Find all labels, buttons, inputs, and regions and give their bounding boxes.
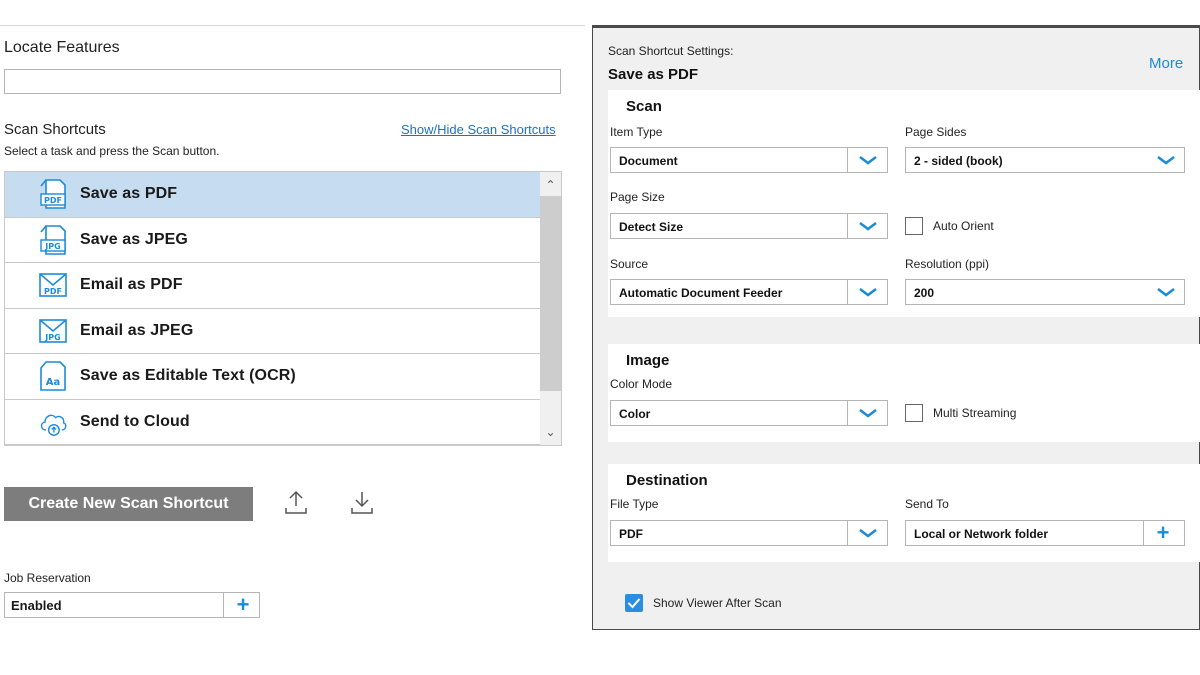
- more-link[interactable]: More: [1149, 55, 1183, 72]
- resolution-value: 200: [914, 286, 935, 300]
- shortcut-label: Save as JPEG: [80, 230, 188, 248]
- image-section: Image Color Mode Color Multi Streaming: [608, 344, 1200, 442]
- add-icon[interactable]: +: [1148, 520, 1178, 545]
- select-divider: [847, 280, 848, 304]
- shortcuts-scrollbar[interactable]: ⌃ ⌄: [540, 172, 561, 445]
- item-type-label: Item Type: [610, 125, 663, 139]
- select-divider: [1143, 521, 1144, 545]
- chevron-down-icon: [859, 528, 877, 538]
- select-divider: [847, 521, 848, 545]
- job-reservation-value: Enabled: [11, 598, 62, 613]
- source-select[interactable]: Automatic Document Feeder: [610, 279, 888, 305]
- item-type-value: Document: [619, 154, 678, 168]
- scan-shortcuts-subtitle: Select a task and press the Scan button.: [4, 144, 220, 158]
- file-type-label: File Type: [610, 497, 659, 511]
- svg-text:JPG: JPG: [44, 242, 60, 251]
- settings-subtitle: Scan Shortcut Settings:: [608, 44, 734, 58]
- send-to-label: Send To: [905, 497, 949, 511]
- auto-orient-label: Auto Orient: [933, 219, 994, 233]
- shortcut-email-as-jpeg[interactable]: JPG Email as JPEG: [5, 308, 541, 354]
- job-reservation-label: Job Reservation: [4, 571, 91, 585]
- file-type-select[interactable]: PDF: [610, 520, 888, 546]
- show-viewer-checkbox[interactable]: [625, 594, 643, 612]
- multi-streaming-label: Multi Streaming: [933, 406, 1017, 420]
- shortcut-save-as-editable-text[interactable]: Aa Save as Editable Text (OCR): [5, 354, 541, 400]
- scan-shortcuts-panel: Locate Features Scan Shortcuts Select a …: [0, 25, 585, 630]
- shortcut-save-as-jpeg[interactable]: JPG Save as JPEG: [5, 217, 541, 263]
- image-section-heading: Image: [626, 352, 670, 369]
- pdf-file-icon: PDF: [38, 178, 68, 210]
- create-new-scan-shortcut-button[interactable]: Create New Scan Shortcut: [4, 487, 253, 521]
- scan-shortcuts-title: Scan Shortcuts: [4, 121, 106, 138]
- shortcut-email-as-pdf[interactable]: PDF Email as PDF: [5, 263, 541, 309]
- shortcut-save-as-pdf[interactable]: PDF Save as PDF: [5, 172, 541, 218]
- shortcut-send-to-cloud[interactable]: Send to Cloud: [5, 399, 541, 445]
- select-divider: [847, 148, 848, 172]
- page-sides-value: 2 - sided (book): [914, 154, 1003, 168]
- checkmark-icon: [627, 598, 641, 609]
- svg-text:PDF: PDF: [44, 287, 62, 296]
- chevron-down-icon: [859, 287, 877, 297]
- chevron-down-icon: [1157, 287, 1175, 297]
- resolution-select[interactable]: 200: [905, 279, 1185, 305]
- color-mode-select[interactable]: Color: [610, 400, 888, 426]
- email-pdf-icon: PDF: [38, 269, 68, 301]
- svg-text:PDF: PDF: [44, 196, 62, 205]
- chevron-down-icon: [1157, 155, 1175, 165]
- destination-section-heading: Destination: [626, 472, 708, 489]
- settings-title: Save as PDF: [608, 66, 699, 83]
- multi-streaming-checkbox[interactable]: [905, 404, 923, 422]
- chevron-down-icon: [859, 408, 877, 418]
- destination-section: Destination File Type PDF Send To Local …: [608, 464, 1200, 562]
- jpeg-file-icon: JPG: [38, 224, 68, 256]
- email-jpeg-icon: JPG: [38, 315, 68, 347]
- select-divider: [847, 214, 848, 238]
- svg-text:JPG: JPG: [44, 333, 60, 342]
- locate-features-title: Locate Features: [4, 39, 120, 56]
- ocr-text-icon: Aa: [38, 360, 68, 392]
- color-mode-label: Color Mode: [610, 377, 673, 391]
- shortcut-label: Email as PDF: [80, 276, 183, 294]
- scan-shortcuts-list: PDF Save as PDF JPG Save as JPEG PDF Ema…: [4, 171, 562, 446]
- send-to-field[interactable]: Local or Network folder +: [905, 520, 1185, 546]
- svg-text:Aa: Aa: [46, 377, 61, 388]
- page-sides-label: Page Sides: [905, 125, 967, 139]
- show-viewer-label: Show Viewer After Scan: [653, 596, 782, 610]
- cloud-upload-icon: [38, 406, 68, 438]
- field-divider: [223, 593, 224, 617]
- auto-orient-checkbox[interactable]: [905, 217, 923, 235]
- locate-features-input[interactable]: [4, 69, 561, 94]
- source-value: Automatic Document Feeder: [619, 286, 783, 300]
- scan-section-heading: Scan: [626, 98, 662, 115]
- shortcut-label: Save as PDF: [80, 185, 178, 203]
- scan-shortcut-settings-panel: Scan Shortcut Settings: Save as PDF More…: [592, 25, 1200, 630]
- upload-icon[interactable]: [284, 488, 308, 516]
- send-to-value: Local or Network folder: [914, 527, 1049, 541]
- add-icon[interactable]: +: [231, 592, 255, 617]
- file-type-value: PDF: [619, 527, 643, 541]
- shortcut-label: Send to Cloud: [80, 412, 190, 430]
- color-mode-value: Color: [619, 407, 651, 421]
- page-size-value: Detect Size: [619, 220, 684, 234]
- scroll-down-icon[interactable]: ⌄: [540, 421, 561, 443]
- page-sides-select[interactable]: 2 - sided (book): [905, 147, 1185, 173]
- page-size-select[interactable]: Detect Size: [610, 213, 888, 239]
- source-label: Source: [610, 257, 649, 271]
- download-icon[interactable]: [350, 488, 374, 516]
- scrollbar-thumb[interactable]: [540, 196, 561, 391]
- resolution-label: Resolution (ppi): [905, 257, 990, 271]
- item-type-select[interactable]: Document: [610, 147, 888, 173]
- job-reservation-field[interactable]: Enabled +: [4, 592, 260, 618]
- shortcut-label: Save as Editable Text (OCR): [80, 367, 296, 385]
- page-size-label: Page Size: [610, 190, 665, 204]
- scroll-up-icon[interactable]: ⌃: [540, 174, 561, 196]
- shortcut-label: Email as JPEG: [80, 321, 194, 339]
- chevron-down-icon: [859, 155, 877, 165]
- show-hide-shortcuts-link[interactable]: Show/Hide Scan Shortcuts: [401, 122, 556, 137]
- chevron-down-icon: [859, 221, 877, 231]
- select-divider: [847, 401, 848, 425]
- scan-section: Scan Item Type Document Page Sides 2 - s…: [608, 90, 1200, 317]
